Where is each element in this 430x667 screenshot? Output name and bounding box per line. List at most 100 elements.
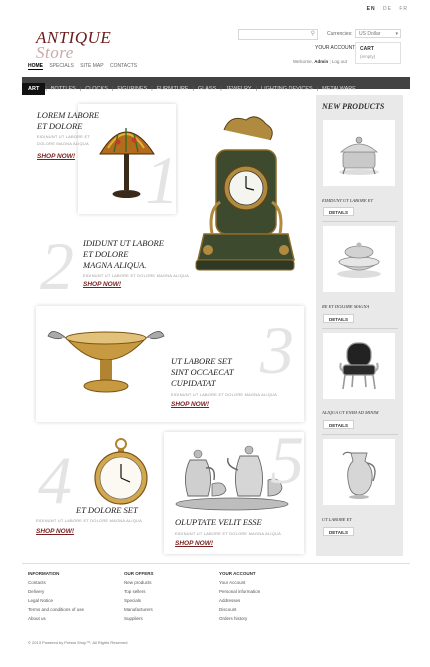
footer-link-about[interactable]: About us bbox=[28, 616, 84, 621]
footer-link-new-products[interactable]: New products bbox=[124, 580, 154, 585]
promo-4-title: ET DOLORE SET bbox=[76, 505, 138, 515]
footer-link-your-account[interactable]: Your Account bbox=[219, 580, 260, 585]
promo-1-shop-now[interactable]: SHOP NOW! bbox=[37, 153, 75, 160]
promo-3-shop-now[interactable]: SHOP NOW! bbox=[171, 401, 209, 408]
lang-de[interactable]: DE bbox=[383, 6, 392, 12]
promo-5-desc: EIDINUNT UT LABORE ET DOLORE MAGNA ALIQU… bbox=[175, 531, 282, 536]
silver-bowl-image bbox=[337, 242, 381, 278]
cat-art[interactable]: ART bbox=[22, 83, 46, 95]
footer-link-specials[interactable]: Specials bbox=[124, 598, 154, 603]
promo-4-number: 4 bbox=[38, 442, 72, 518]
mantel-clock-image bbox=[195, 116, 295, 271]
details-button-1[interactable]: DETAILS bbox=[323, 207, 354, 216]
currency-label: Currencies: bbox=[327, 31, 353, 37]
sidebar-product-name-1[interactable]: EIMDUNT UT LABORE ET bbox=[322, 198, 373, 203]
promo-2-desc: EIDINUNT UT LABORE ET DOLORE MAGNA ALIQU… bbox=[83, 273, 190, 278]
footer-heading-account: YOUR ACCOUNT bbox=[219, 571, 256, 576]
promo-1-title-line1: LOREM LABORE bbox=[37, 110, 100, 120]
details-button-4[interactable]: DETAILS bbox=[323, 527, 354, 536]
gilded-bowl-image bbox=[47, 331, 165, 393]
product-image-silver-bowl[interactable] bbox=[323, 226, 395, 292]
promo-2-shop-now[interactable]: SHOP NOW! bbox=[83, 281, 121, 288]
category-bar: ART | BOTTLES | CLOCKS | FIGURINES | FURNITURE | G… bbox=[22, 77, 410, 95]
welcome-prefix: Welcome, bbox=[293, 59, 313, 64]
cart-status: (empty) bbox=[360, 54, 376, 59]
promo-3-desc: EIDINUNT UT LABORE ET DOLORE MAGNA ALIQU… bbox=[171, 392, 278, 397]
cat-metalware[interactable]: METALWARE bbox=[318, 83, 360, 95]
footer-link-manufacturers[interactable]: Manufacturers bbox=[124, 607, 154, 612]
cart-block[interactable]: CART (empty) bbox=[355, 42, 401, 64]
promo-3-title-line3: CUPIDATAT bbox=[171, 378, 216, 388]
promo-2-image[interactable] bbox=[190, 110, 300, 290]
promo-1-title-line2: ET DOLORE bbox=[37, 121, 83, 131]
sidebar-product-name-4[interactable]: UT LABORE ET bbox=[322, 517, 352, 522]
promo-5-shop-now[interactable]: SHOP NOW! bbox=[175, 540, 213, 547]
cat-lighting[interactable]: LIGHTING DEVICES bbox=[257, 83, 317, 95]
divider bbox=[322, 434, 398, 435]
footer-heading-offers: OUR OFFERS bbox=[124, 571, 154, 576]
footer-link-personal-info[interactable]: Personal information bbox=[219, 589, 260, 594]
promo-4-image[interactable] bbox=[92, 436, 150, 508]
chair-image bbox=[339, 342, 379, 390]
sidebar-product-name-3[interactable]: ALIQUA UT ENIM AD MINIM bbox=[322, 410, 379, 415]
footer-col-account: YOUR ACCOUNT Your Account Personal infor… bbox=[219, 571, 260, 621]
top-nav: HOME SPECIALS SITE MAP CONTACTS bbox=[28, 63, 142, 70]
cat-clocks[interactable]: CLOCKS bbox=[81, 83, 112, 95]
footer-link-discount[interactable]: Discount bbox=[219, 607, 260, 612]
footer-heading-information: INFORMATION bbox=[28, 571, 60, 576]
cat-jewelry[interactable]: JEWELRY bbox=[222, 83, 256, 95]
footer-link-legal[interactable]: Legal Notice bbox=[28, 598, 84, 603]
lang-fr[interactable]: FR bbox=[399, 6, 408, 12]
product-image-pitcher[interactable] bbox=[323, 439, 395, 505]
promo-2-title-line1: IDIDUNT UT LABORE bbox=[83, 238, 164, 248]
sidebar-title: NEW PRODUCTS bbox=[322, 102, 385, 111]
product-image-jewelry-box[interactable] bbox=[323, 120, 395, 186]
nav-specials[interactable]: SPECIALS bbox=[49, 63, 73, 69]
currency-select[interactable]: US Dollar ▾ bbox=[355, 29, 401, 38]
logo-line2[interactable]: Store bbox=[36, 43, 74, 63]
cart-title: CART bbox=[360, 46, 374, 52]
footer-col-information: INFORMATION Contacts Delivery Legal Noti… bbox=[28, 571, 84, 621]
promo-2-title-line2: ET DOLORE bbox=[83, 249, 129, 259]
footer-link-orders-history[interactable]: Orders history bbox=[219, 616, 260, 621]
search-input[interactable] bbox=[239, 37, 307, 47]
search-box: ⚲ bbox=[238, 29, 318, 47]
copyright-text: © 2013 Powered by Presta Shop™. All Righ… bbox=[28, 640, 128, 645]
welcome-user: Admin bbox=[314, 59, 329, 64]
cat-figurines[interactable]: FIGURINES bbox=[113, 83, 151, 95]
jewelry-box-image bbox=[339, 136, 379, 175]
pitcher-image bbox=[342, 451, 376, 499]
footer-link-delivery[interactable]: Delivery bbox=[28, 589, 84, 594]
footer-link-contacts[interactable]: Contacts bbox=[28, 580, 84, 585]
chevron-down-icon: ▾ bbox=[395, 31, 398, 37]
promo-4-shop-now[interactable]: SHOP NOW! bbox=[36, 528, 74, 535]
your-account-link[interactable]: YOUR ACCOUNT bbox=[315, 45, 355, 51]
logout-link[interactable]: Log out bbox=[332, 59, 347, 64]
promo-3-image[interactable] bbox=[42, 312, 170, 408]
promo-2-number: 2 bbox=[40, 228, 74, 304]
footer-link-addresses[interactable]: Addresses bbox=[219, 598, 260, 603]
promo-1-number: 1 bbox=[145, 142, 179, 218]
footer-link-top-sellers[interactable]: Top sellers bbox=[124, 589, 154, 594]
footer-link-terms[interactable]: Terms and conditions of use bbox=[28, 607, 84, 612]
promo-3-title-line2: SINT OCCAECAT bbox=[171, 367, 234, 377]
cat-glass[interactable]: GLASS bbox=[194, 83, 220, 95]
sidebar-product-name-2[interactable]: RE ET DOLORE MAGNA bbox=[322, 304, 369, 309]
search-icon[interactable]: ⚲ bbox=[311, 30, 315, 37]
promo-4-desc: EIDINUNT UT LABORE ET DOLORE MAGNA ALIQU… bbox=[36, 518, 143, 523]
promo-5-title: OLUPTATE VELIT ESSE bbox=[175, 517, 262, 527]
nav-contacts[interactable]: CONTACTS bbox=[110, 63, 137, 69]
language-switcher: EN DE FR bbox=[362, 6, 408, 12]
divider bbox=[322, 328, 398, 329]
lang-en[interactable]: EN bbox=[367, 6, 376, 12]
details-button-2[interactable]: DETAILS bbox=[323, 314, 354, 323]
cat-furniture[interactable]: FURNITURE bbox=[153, 83, 193, 95]
nav-sitemap[interactable]: SITE MAP bbox=[80, 63, 103, 69]
pocket-watch-image bbox=[94, 438, 148, 505]
product-image-chair[interactable] bbox=[323, 333, 395, 399]
nav-home[interactable]: HOME bbox=[28, 63, 43, 70]
cat-bottles[interactable]: BOTTLES bbox=[47, 83, 80, 95]
footer-link-suppliers[interactable]: Suppliers bbox=[124, 616, 154, 621]
promo-2-title-line3: MAGNA ALIQUA. bbox=[83, 260, 147, 270]
details-button-3[interactable]: DETAILS bbox=[323, 420, 354, 429]
